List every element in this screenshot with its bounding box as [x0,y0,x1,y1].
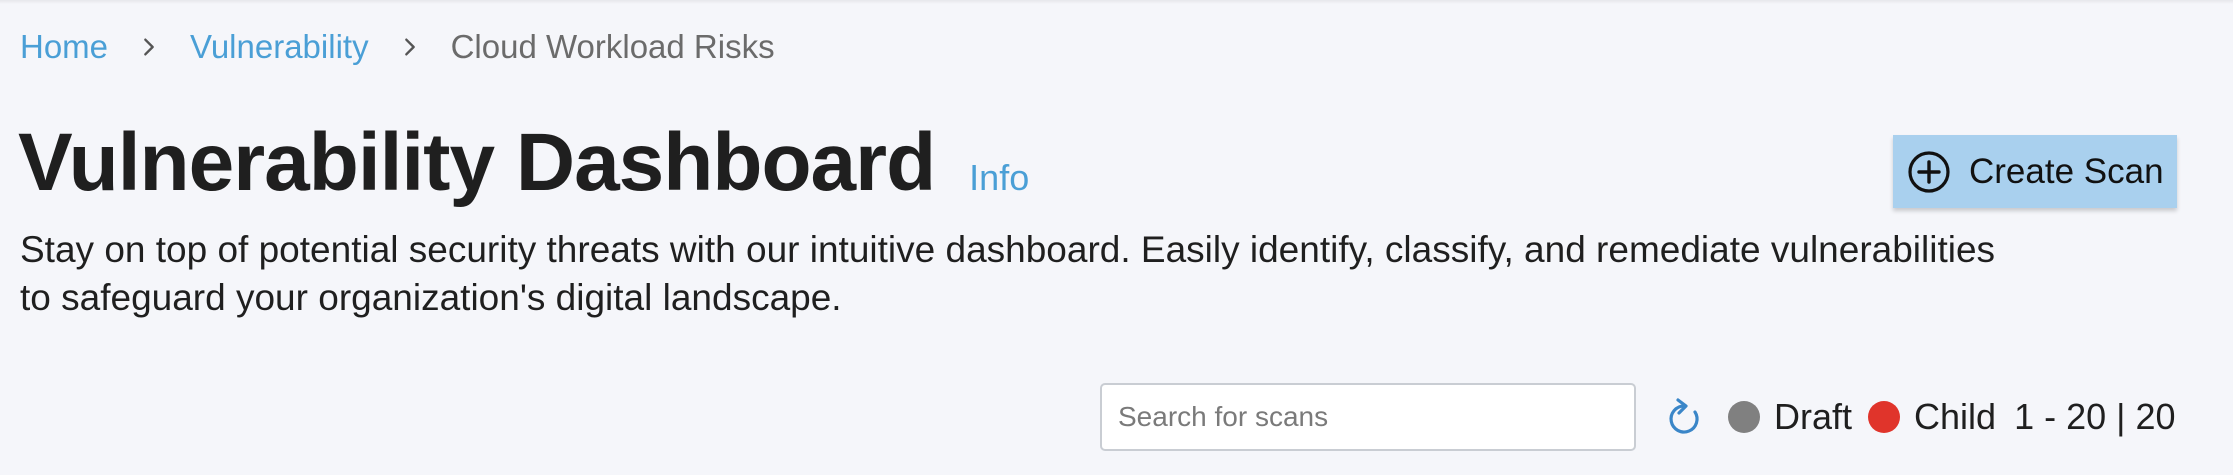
breadcrumb: Home Vulnerability Cloud Workload Risks [20,26,775,68]
page-description: Stay on top of potential security threat… [20,229,1996,318]
breadcrumb-current: Cloud Workload Risks [450,28,775,65]
pagination-range: 1 - 20 | 20 [2014,396,2176,437]
legend-child-label: Child [1914,396,1997,437]
refresh-icon[interactable] [1664,395,1704,439]
title-row: Vulnerability Dashboard Info [18,108,1029,218]
toolbar-right: Draft Child 1 - 20 | 20 [1664,393,2176,441]
plus-circle-icon [1907,150,1951,194]
search-input[interactable] [1100,383,1636,451]
chevron-right-icon [108,26,190,68]
breadcrumb-vulnerability-link[interactable]: Vulnerability [190,26,369,68]
draft-status-dot [1728,401,1760,433]
create-scan-button[interactable]: Create Scan [1893,135,2177,208]
info-link[interactable]: Info [969,157,1029,199]
legend-draft-label: Draft [1774,396,1853,437]
create-scan-label: Create Scan [1969,151,2164,191]
page-title: Vulnerability Dashboard [18,117,936,208]
chevron-right-icon [369,26,451,68]
child-status-dot [1868,401,1901,433]
top-shadow [0,0,2233,4]
breadcrumb-home-link[interactable]: Home [20,26,108,68]
